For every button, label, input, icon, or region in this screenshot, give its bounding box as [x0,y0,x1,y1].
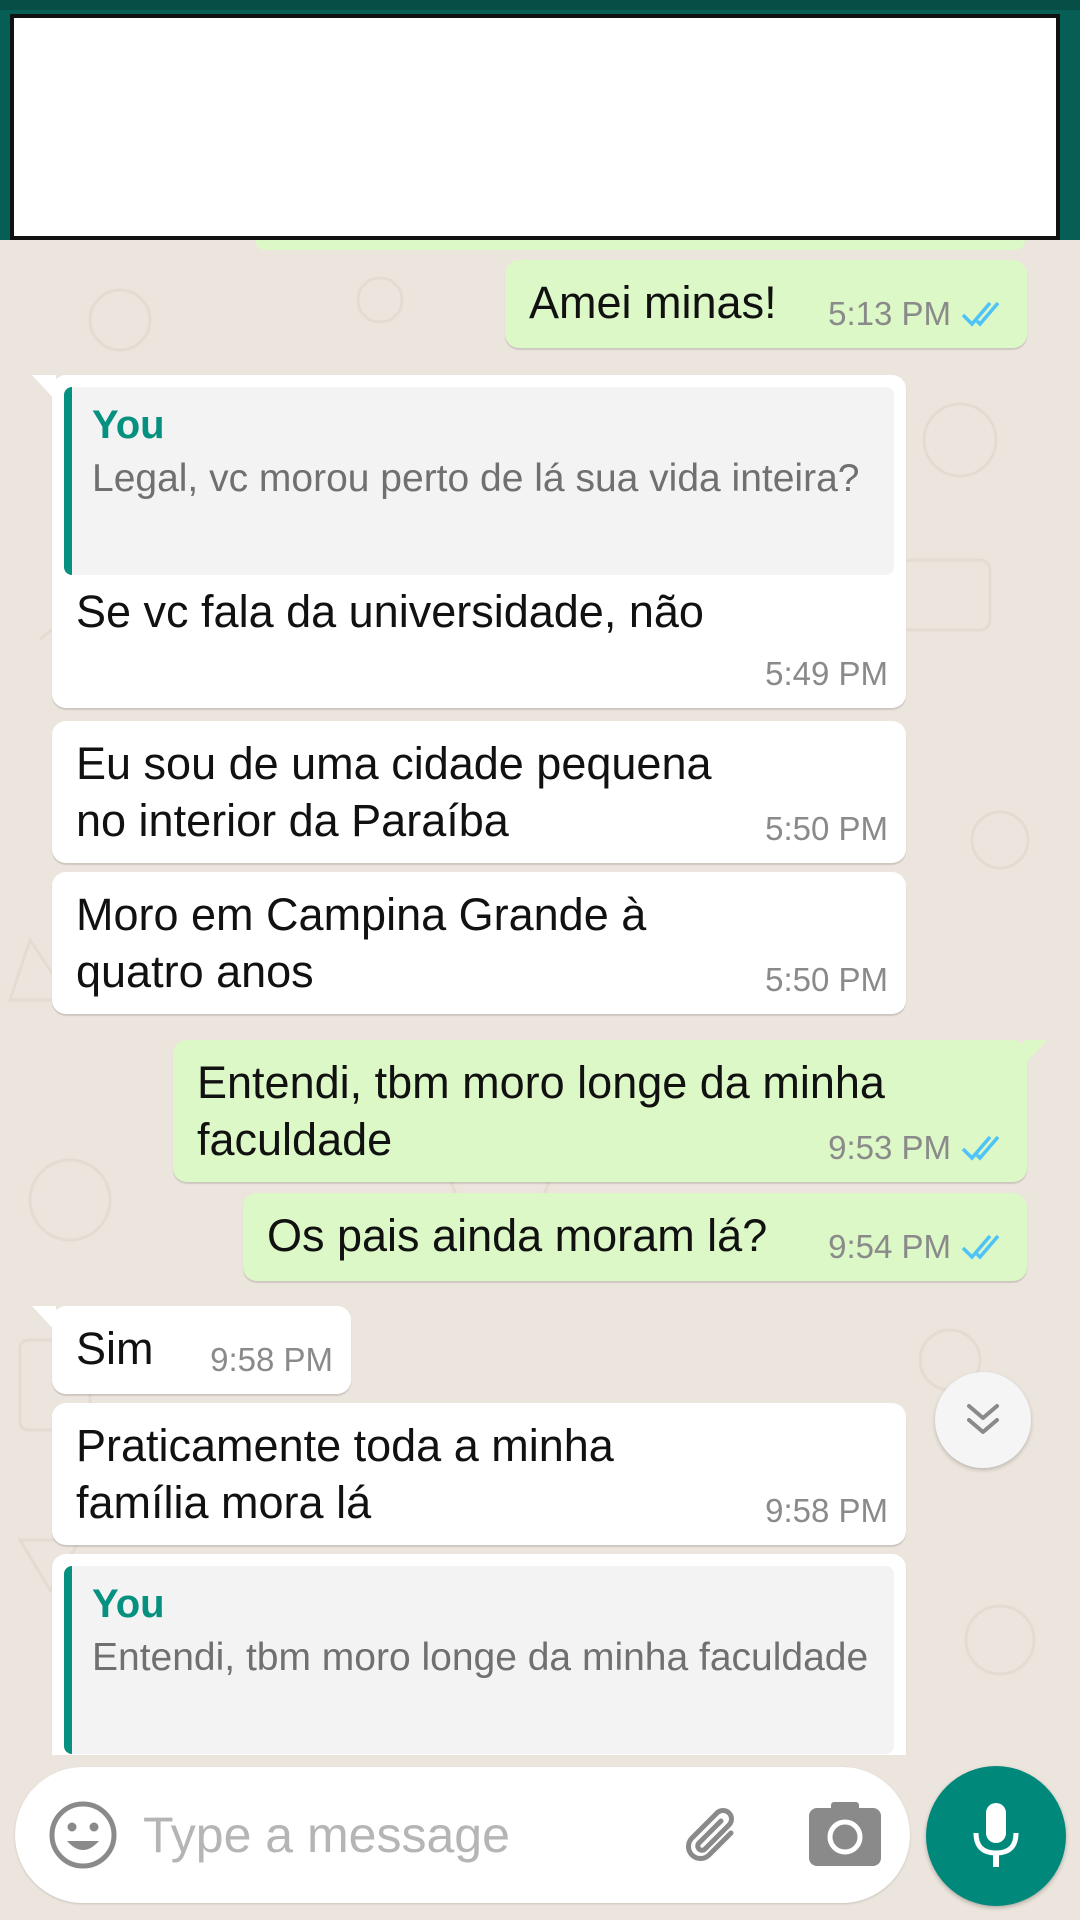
message-bubble-incoming[interactable]: Sim 9:58 PM [32,1306,351,1394]
message-time: 5:49 PM [765,655,888,692]
bubble-tail [32,1306,56,1332]
quote-author: You [92,1582,165,1626]
message-time: 9:58 PM [765,1492,888,1529]
message-bubble-incoming[interactable]: You Entendi, tbm moro longe da minha fac… [52,1554,906,1755]
paperclip-icon[interactable] [675,1797,755,1877]
message-meta: 9:54 PM [828,1227,1009,1267]
message-text: Eu sou de uma cidade pequena no interior… [76,738,725,846]
microphone-button[interactable] [926,1766,1066,1906]
chat-header [0,0,1080,240]
message-time: 5:50 PM [765,961,888,998]
message-time: 9:58 PM [210,1341,333,1378]
message-bubble-incoming[interactable]: Praticamente toda a minha família mora l… [52,1403,906,1545]
message-meta: 5:50 PM [765,960,888,1000]
chevron-double-down-icon [967,1404,999,1434]
scroll-to-bottom-button[interactable] [935,1372,1031,1468]
quote-text: Legal, vc morou perto de lá sua vida int… [92,457,860,500]
message-time: 9:53 PM [828,1129,951,1166]
message-text: Entendi, tbm moro longe da minha faculda… [197,1057,898,1165]
message-meta: 9:58 PM [765,1491,888,1531]
message-meta: 9:53 PM [828,1128,1009,1168]
message-bubble-outgoing[interactable]: Entendi, tbm moro longe da minha faculda… [173,1040,1047,1182]
message-text: Moro em Campina Grande à quatro anos [76,889,659,997]
message-composer [15,1767,910,1903]
camera-icon[interactable] [805,1800,885,1870]
redacted-contact-header [10,14,1060,240]
microphone-icon [973,1803,1019,1867]
message-meta: 5:49 PM [765,654,888,694]
double-check-icon [961,1135,1000,1161]
message-time: 5:50 PM [765,810,888,847]
double-check-icon [961,1234,1000,1260]
quote-author: You [92,403,165,447]
message-list[interactable]: Amei minas! 5:13 PM You Legal, vc morou … [0,240,1080,1755]
message-time: 5:13 PM [828,295,951,332]
message-text: Se vc fala da universidade, não [76,586,704,637]
message-meta: 9:58 PM [210,1340,333,1380]
message-bubble-outgoing[interactable]: Os pais ainda moram lá? 9:54 PM [243,1193,1027,1281]
message-meta: 5:50 PM [765,809,888,849]
message-time: 9:54 PM [828,1228,951,1265]
message-bubble-incoming[interactable]: Moro em Campina Grande à quatro anos 5:5… [52,872,906,1014]
message-text: Praticamente toda a minha família mora l… [76,1420,627,1528]
emoji-icon[interactable] [45,1797,121,1873]
quoted-reply[interactable]: You Entendi, tbm moro longe da minha fac… [64,1566,894,1754]
bubble-tail [32,375,56,401]
double-check-icon [961,301,1000,327]
message-bubble-incoming[interactable]: You Legal, vc morou perto de lá sua vida… [32,375,906,708]
status-bar [0,0,1080,10]
message-bubble-outgoing[interactable]: Amei minas! 5:13 PM [505,260,1027,348]
message-bubble-incoming[interactable]: Eu sou de uma cidade pequena no interior… [52,721,906,863]
message-input[interactable] [143,1795,543,1875]
quote-text: Entendi, tbm moro longe da minha faculda… [92,1636,869,1679]
bubble-tail [1023,1040,1047,1066]
quoted-reply[interactable]: You Legal, vc morou perto de lá sua vida… [64,387,894,575]
previous-message-edge [255,240,1025,250]
message-meta: 5:13 PM [828,294,1009,334]
